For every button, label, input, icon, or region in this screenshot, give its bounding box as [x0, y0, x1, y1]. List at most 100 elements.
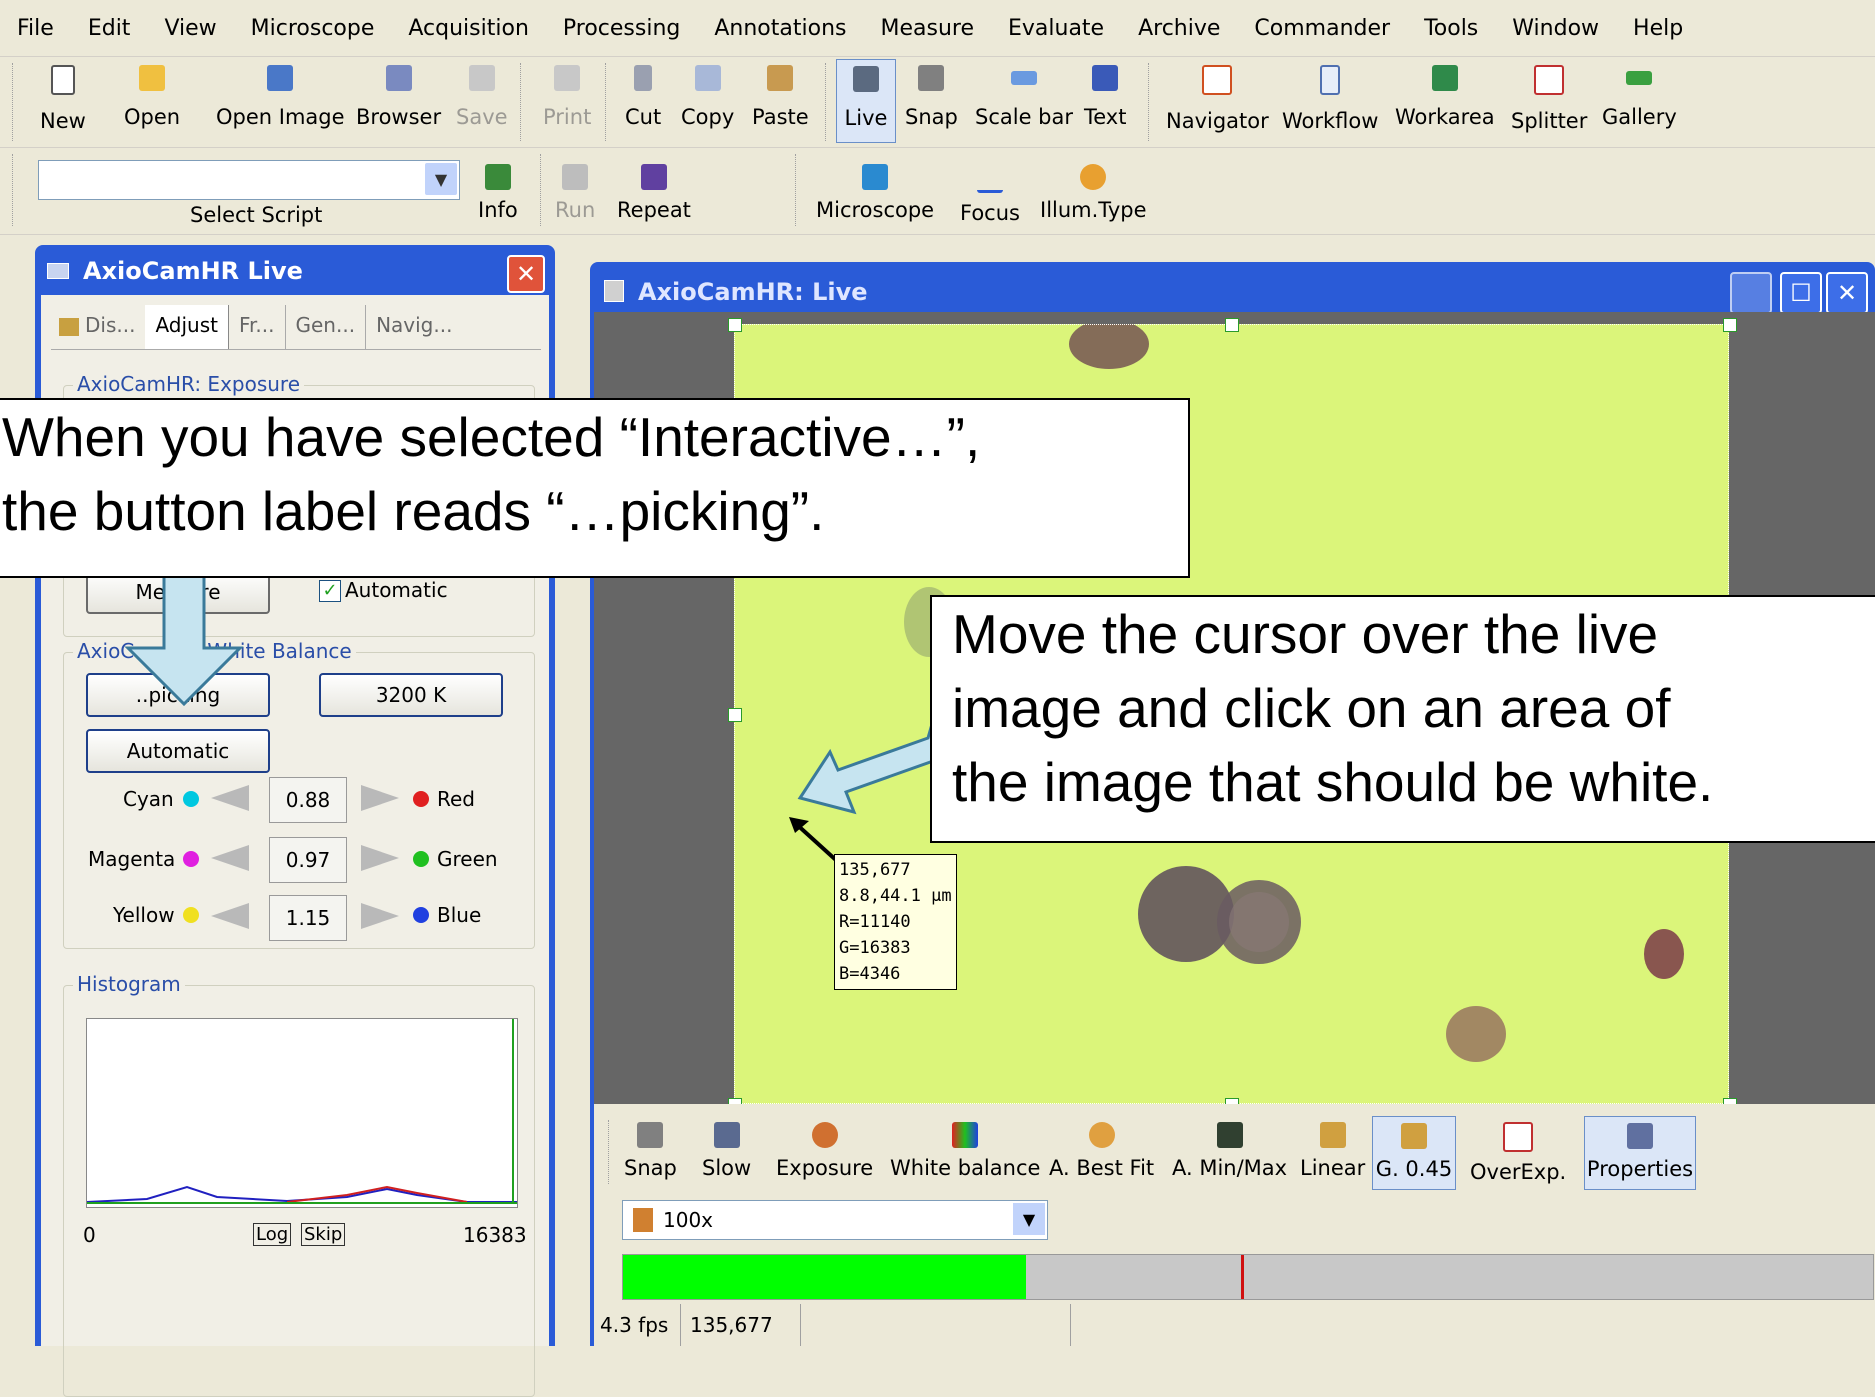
- red-increase-button[interactable]: [361, 785, 399, 811]
- cyan-decrease-button[interactable]: [211, 785, 249, 811]
- text-button[interactable]: Text: [1084, 65, 1126, 129]
- paste-button[interactable]: Paste: [752, 65, 809, 129]
- close-window-icon[interactable]: ✕: [1826, 272, 1868, 314]
- roi-handle[interactable]: [1225, 318, 1239, 332]
- properties-button[interactable]: Properties: [1584, 1116, 1696, 1190]
- roi-handle[interactable]: [728, 318, 742, 332]
- gamma-button[interactable]: G. 0.45: [1372, 1116, 1456, 1190]
- live-window-title: AxioCamHR: Live: [638, 278, 868, 306]
- splitter-icon: [1534, 65, 1565, 95]
- best-fit-icon: [1088, 1122, 1115, 1148]
- menu-archive[interactable]: Archive: [1121, 16, 1237, 41]
- best-fit-button[interactable]: A. Best Fit: [1049, 1122, 1154, 1180]
- tab-frame[interactable]: Fr...: [229, 305, 286, 349]
- slow-button[interactable]: Slow: [702, 1122, 751, 1180]
- overexposure-button[interactable]: OverExp.: [1470, 1122, 1566, 1184]
- objective-dropdown[interactable]: 100x ▼: [622, 1200, 1048, 1240]
- menu-acquisition[interactable]: Acquisition: [391, 16, 546, 41]
- copy-button[interactable]: Copy: [681, 65, 734, 129]
- snap-button[interactable]: Snap: [905, 65, 958, 129]
- chevron-down-icon[interactable]: ▼: [425, 163, 457, 195]
- info-button[interactable]: Info: [478, 164, 518, 222]
- menu-tools[interactable]: Tools: [1407, 16, 1495, 41]
- intensity-bar: [622, 1254, 1874, 1300]
- menu-help[interactable]: Help: [1616, 16, 1700, 41]
- workarea-icon: [1431, 65, 1458, 91]
- menu-commander[interactable]: Commander: [1237, 16, 1407, 41]
- histogram-log-button[interactable]: Log: [253, 1223, 292, 1246]
- camera-icon: [637, 1122, 664, 1148]
- run-button[interactable]: Run: [555, 164, 595, 222]
- menu-evaluate[interactable]: Evaluate: [991, 16, 1121, 41]
- yellow-blue-value[interactable]: 1.15: [269, 895, 347, 941]
- new-button[interactable]: New: [40, 65, 86, 133]
- focus-icon: [976, 164, 1003, 193]
- menu-microscope[interactable]: Microscope: [234, 16, 392, 41]
- scale-bar-button[interactable]: Scale bar: [975, 65, 1073, 129]
- microscope-icon: [862, 164, 889, 190]
- tooltip-blue: B=4346: [839, 964, 901, 984]
- menu-window[interactable]: Window: [1495, 16, 1616, 41]
- splitter-button[interactable]: Splitter: [1511, 65, 1587, 133]
- white-balance-button[interactable]: White balance: [890, 1122, 1040, 1180]
- live-button[interactable]: Live: [836, 59, 896, 143]
- illum-type-button[interactable]: Illum.Type: [1040, 164, 1147, 222]
- print-icon: [554, 65, 581, 91]
- save-button[interactable]: Save: [456, 65, 508, 129]
- minimize-icon[interactable]: [1730, 272, 1772, 314]
- yellow-decrease-button[interactable]: [211, 903, 249, 929]
- color-temperature-button[interactable]: 3200 K: [319, 673, 503, 717]
- cut-button[interactable]: Cut: [625, 65, 661, 129]
- chevron-down-icon[interactable]: ▼: [1013, 1203, 1045, 1235]
- open-image-button[interactable]: Open Image: [216, 65, 345, 129]
- menu-annotations[interactable]: Annotations: [697, 16, 863, 41]
- menu-view[interactable]: View: [147, 16, 233, 41]
- tab-adjust[interactable]: Adjust: [145, 305, 229, 349]
- select-script-dropdown[interactable]: ▼: [38, 160, 460, 200]
- live-snap-button[interactable]: Snap: [624, 1122, 677, 1180]
- roi-handle[interactable]: [1723, 318, 1737, 332]
- repeat-button[interactable]: Repeat: [617, 164, 691, 222]
- microscope-button[interactable]: Microscope: [816, 164, 934, 222]
- tab-display[interactable]: Dis...: [51, 305, 145, 349]
- green-label: Green: [437, 847, 498, 871]
- script-toolbar: ▼ Select Script Info Run Repeat Microsco…: [0, 148, 1875, 235]
- navigator-button[interactable]: Navigator: [1166, 65, 1269, 133]
- roi-handle[interactable]: [728, 708, 742, 722]
- camera-icon: [47, 263, 69, 279]
- exposure-group-title: AxioCamHR: Exposure: [73, 372, 305, 396]
- menu-edit[interactable]: Edit: [71, 16, 148, 41]
- workarea-button[interactable]: Workarea: [1395, 65, 1495, 129]
- menu-file[interactable]: File: [0, 16, 71, 41]
- histogram-skip-button[interactable]: Skip: [301, 1223, 346, 1246]
- wb-automatic-button[interactable]: Automatic: [86, 729, 270, 773]
- magenta-green-value[interactable]: 0.97: [269, 837, 347, 883]
- tab-general[interactable]: Gen...: [286, 305, 367, 349]
- open-button[interactable]: Open: [124, 65, 180, 129]
- browser-button[interactable]: Browser: [356, 65, 441, 129]
- maximize-icon[interactable]: ☐: [1780, 272, 1822, 314]
- magenta-decrease-button[interactable]: [211, 845, 249, 871]
- blue-increase-button[interactable]: [361, 903, 399, 929]
- cyan-red-value[interactable]: 0.88: [269, 777, 347, 823]
- gallery-button[interactable]: Gallery: [1602, 65, 1677, 129]
- automatic-checkbox[interactable]: ✓: [319, 580, 341, 602]
- menu-processing[interactable]: Processing: [546, 16, 697, 41]
- run-icon: [562, 164, 589, 190]
- tab-navigator[interactable]: Navig...: [366, 305, 462, 349]
- histogram-max-label: 16383: [463, 1223, 527, 1247]
- illumination-icon: [1080, 164, 1107, 190]
- close-icon[interactable]: ✕: [507, 255, 545, 293]
- stopwatch-icon: [811, 1122, 838, 1148]
- print-button[interactable]: Print: [543, 65, 591, 129]
- focus-button[interactable]: Focus: [960, 164, 1020, 225]
- green-increase-button[interactable]: [361, 845, 399, 871]
- min-max-button[interactable]: A. Min/Max: [1172, 1122, 1287, 1180]
- intensity-bar-fill: [623, 1255, 1026, 1299]
- exposure-button[interactable]: Exposure: [776, 1122, 873, 1180]
- linear-button[interactable]: Linear: [1300, 1122, 1365, 1180]
- workflow-button[interactable]: Workflow: [1282, 65, 1378, 133]
- live-window-icon: [604, 280, 624, 302]
- menu-measure[interactable]: Measure: [863, 16, 991, 41]
- cyan-label: Cyan: [123, 787, 174, 811]
